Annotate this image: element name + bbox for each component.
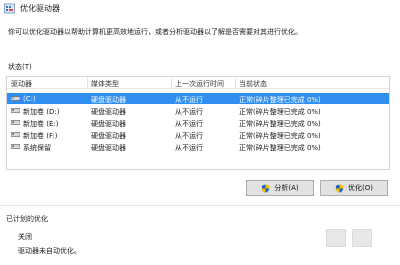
current-status: 正常(碎片整理已完成 0%) — [239, 132, 321, 140]
last-run: 从不运行 — [175, 132, 203, 140]
last-run: 从不运行 — [175, 144, 203, 152]
table-row[interactable]: 新加卷 (E:) 硬盘驱动器 从不运行 正常(碎片整理已完成 0%) — [7, 117, 389, 128]
media-type: 硬盘驱动器 — [91, 108, 126, 116]
hard-drive-icon — [11, 96, 20, 101]
defrag-app-icon — [4, 3, 15, 14]
column-divider[interactable] — [171, 77, 172, 88]
current-status: 正常(碎片整理已完成 0%) — [239, 96, 321, 104]
shield-icon — [262, 183, 270, 193]
last-run: 从不运行 — [175, 108, 203, 116]
last-run: 从不运行 — [175, 120, 203, 128]
scheduled-note: 驱动器未自动优化。 — [18, 247, 81, 255]
drive-name: 系统保留 — [23, 144, 51, 152]
optimize-button[interactable]: 优化(O) — [320, 180, 388, 196]
media-type: 硬盘驱动器 — [91, 120, 126, 128]
table-row[interactable]: 新加卷 (D:) 硬盘驱动器 从不运行 正常(碎片整理已完成 0%) — [7, 105, 389, 116]
section-divider — [0, 205, 400, 206]
media-type: 硬盘驱动器 — [91, 144, 126, 152]
title-bar: 优化驱动器 — [0, 0, 400, 18]
current-status: 正常(碎片整理已完成 0%) — [239, 120, 321, 128]
column-drive[interactable]: 驱动器 — [11, 79, 32, 89]
column-media-type[interactable]: 媒体类型 — [91, 79, 119, 89]
column-divider[interactable] — [235, 77, 236, 88]
hard-drive-icon — [11, 144, 20, 149]
table-row[interactable]: (C:) 硬盘驱动器 从不运行 正常(碎片整理已完成 0%) — [7, 93, 389, 104]
shield-icon — [335, 183, 344, 193]
drive-name: 新加卷 (E:) — [23, 120, 59, 128]
analyze-button-label: 分析(A) — [274, 184, 299, 192]
last-run: 从不运行 — [175, 96, 203, 104]
scheduled-state: 关闭 — [18, 233, 32, 241]
table-row[interactable]: 新加卷 (F:) 硬盘驱动器 从不运行 正常(碎片整理已完成 0%) — [7, 129, 389, 140]
current-status: 正常(碎片整理已完成 0%) — [239, 144, 321, 152]
description-text: 你可以优化驱动器以帮助计算机更高效地运行，或者分析驱动器以了解是否需要对其进行优… — [8, 28, 302, 36]
column-divider[interactable] — [87, 77, 88, 88]
list-header: 驱动器 媒体类型 上一次运行时间 当前状态 — [7, 77, 389, 89]
schedule-button[interactable] — [352, 229, 372, 247]
scheduled-section-label: 已计划的优化 — [6, 215, 48, 223]
drive-list[interactable]: 驱动器 媒体类型 上一次运行时间 当前状态 (C:) 硬盘驱动器 从不运行 正常… — [6, 76, 390, 170]
change-settings-button[interactable] — [326, 229, 346, 247]
media-type: 硬盘驱动器 — [91, 96, 126, 104]
window-title: 优化驱动器 — [20, 4, 60, 13]
hard-drive-icon — [11, 108, 20, 113]
column-last-run[interactable]: 上一次运行时间 — [175, 79, 224, 89]
drive-name: 新加卷 (F:) — [23, 132, 58, 140]
column-current-status[interactable]: 当前状态 — [239, 79, 267, 89]
status-section-label: 状态(T) — [8, 63, 32, 71]
hard-drive-icon — [11, 132, 20, 137]
hard-drive-icon — [11, 120, 20, 125]
analyze-button[interactable]: 分析(A) — [246, 180, 314, 196]
table-row[interactable]: 系统保留 硬盘驱动器 从不运行 正常(碎片整理已完成 0%) — [7, 141, 389, 152]
drive-name: (C:) — [23, 95, 36, 103]
drive-name: 新加卷 (D:) — [23, 108, 60, 116]
media-type: 硬盘驱动器 — [91, 132, 126, 140]
optimize-button-label: 优化(O) — [348, 184, 373, 192]
current-status: 正常(碎片整理已完成 0%) — [239, 108, 321, 116]
